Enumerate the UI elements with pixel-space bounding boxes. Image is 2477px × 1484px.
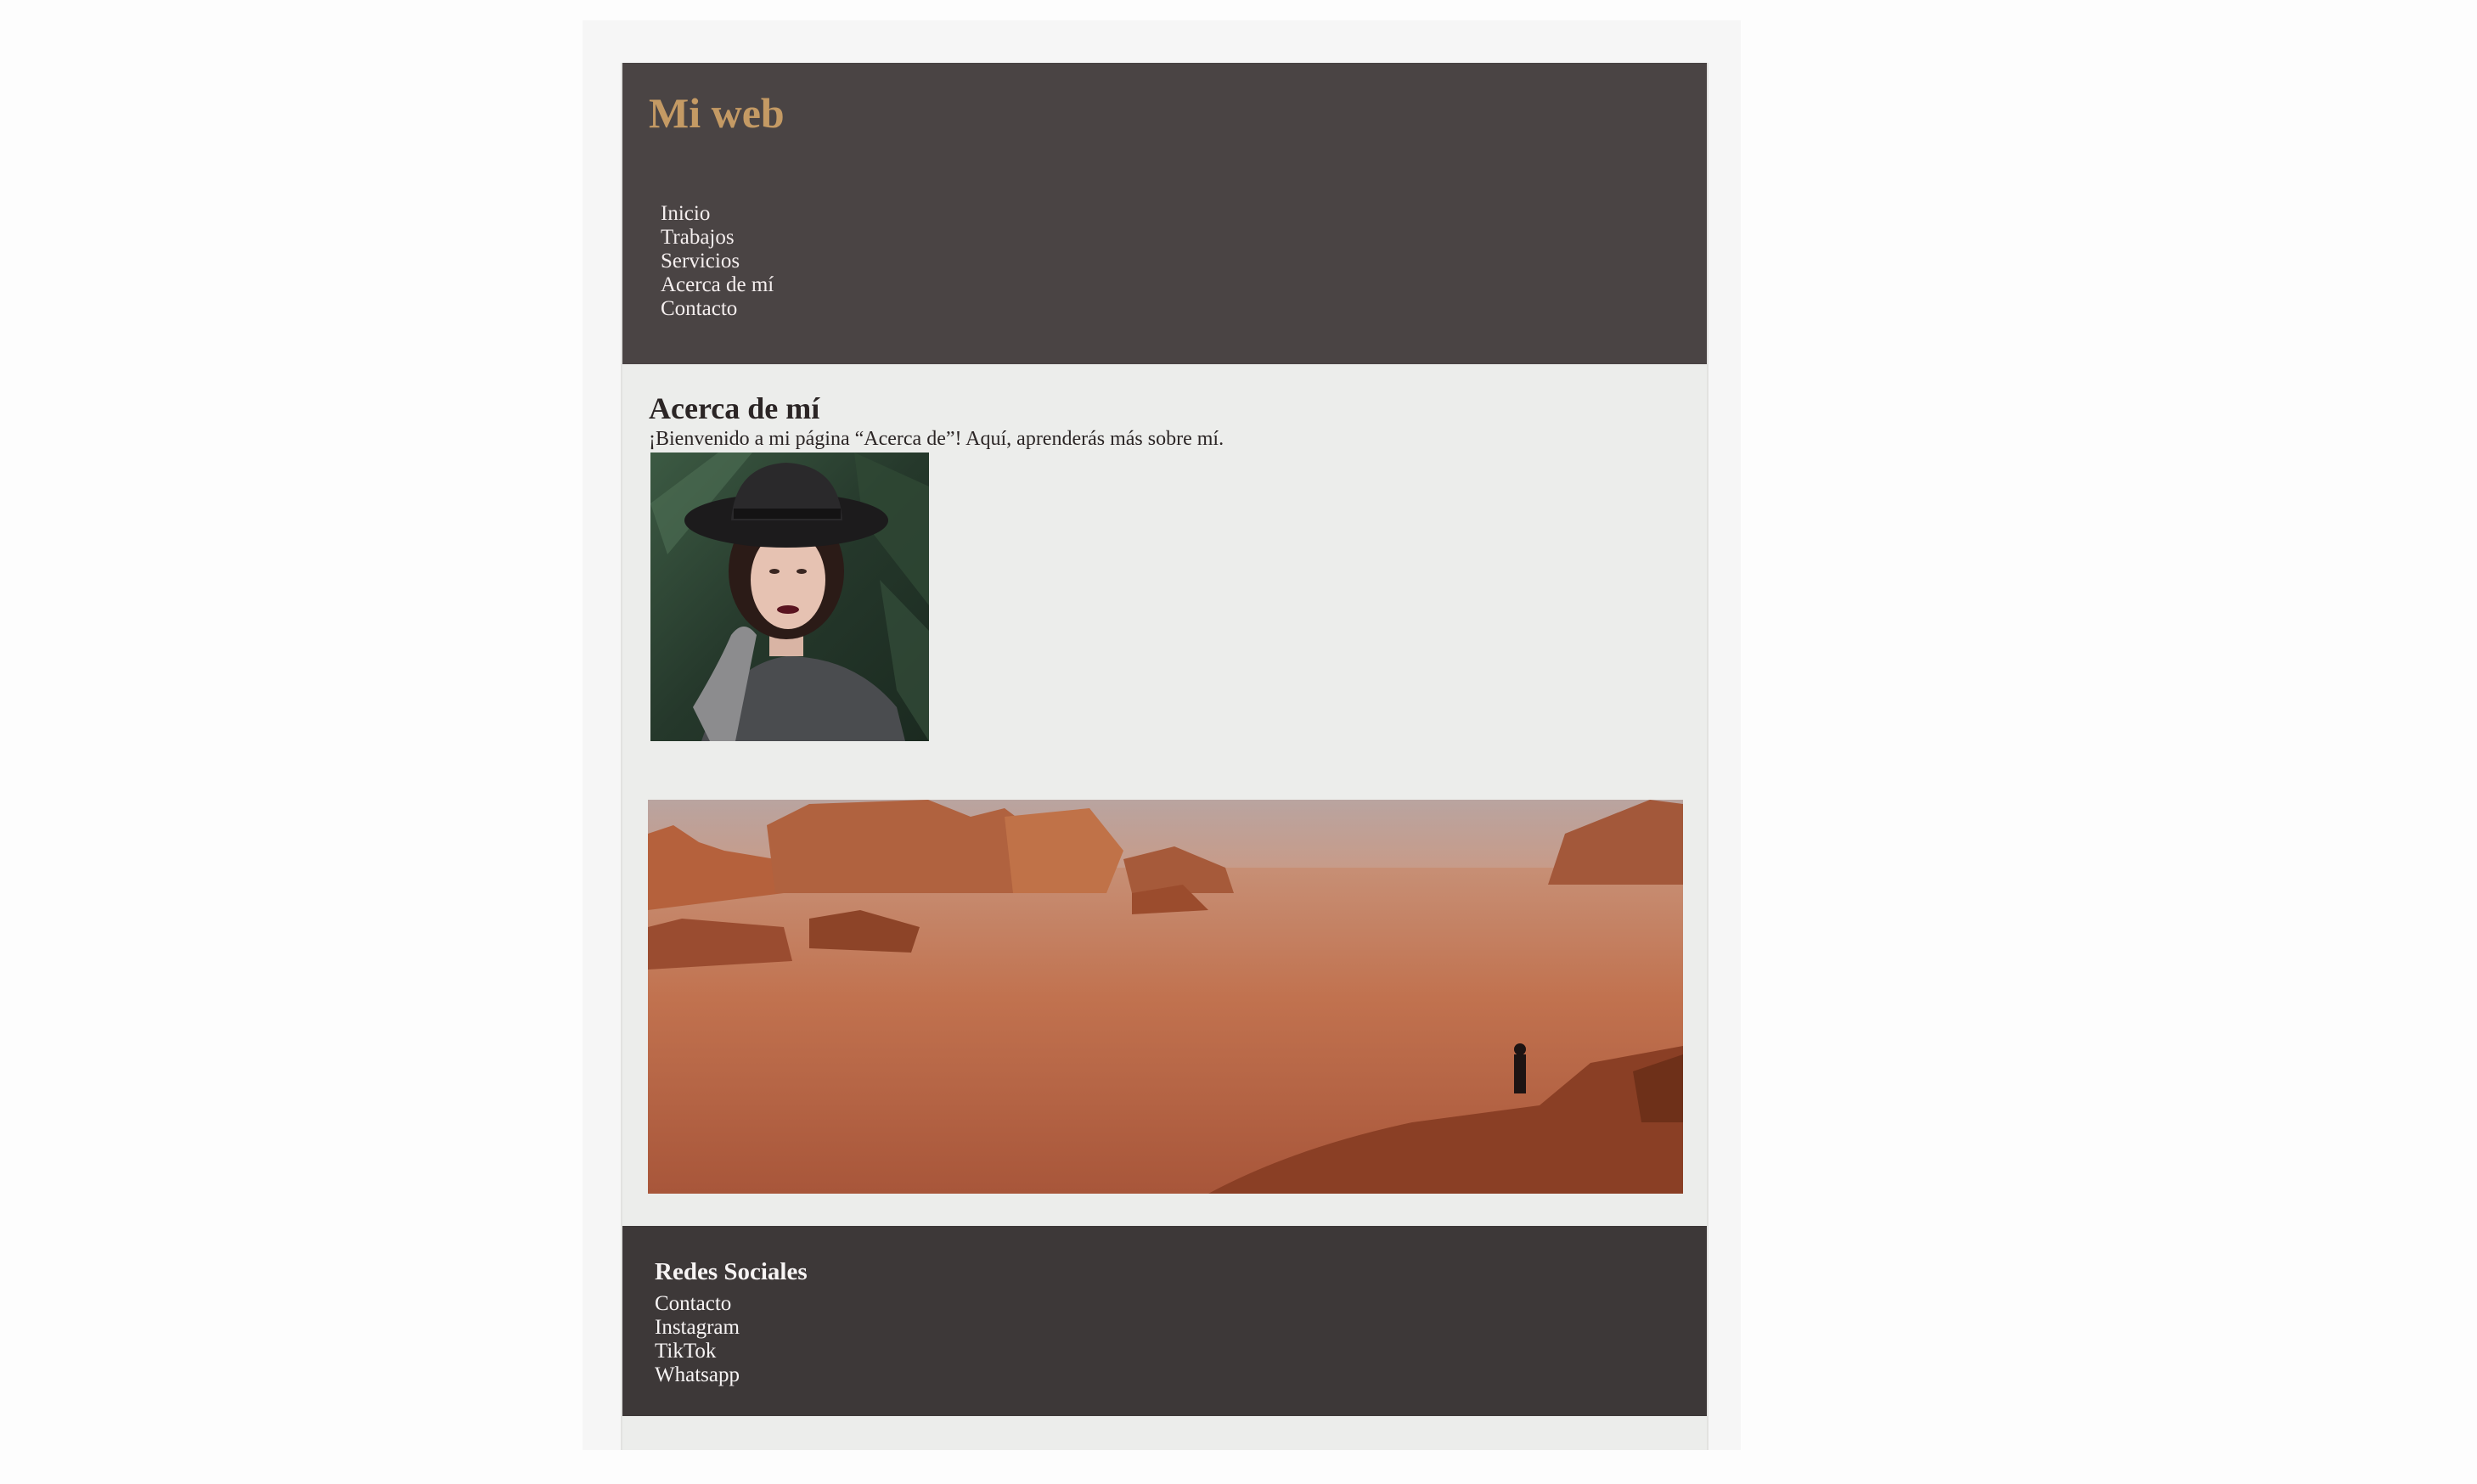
- footer-social-links: Contacto Instagram TikTok Whatsapp: [655, 1292, 740, 1387]
- nav-link-contacto[interactable]: Contacto: [661, 297, 774, 321]
- footer-link-contacto[interactable]: Contacto: [655, 1292, 740, 1316]
- footer-link-whatsapp[interactable]: Whatsapp: [655, 1363, 740, 1387]
- nav-link-servicios[interactable]: Servicios: [661, 250, 774, 273]
- footer-link-instagram[interactable]: Instagram: [655, 1316, 740, 1340]
- site-footer: Redes Sociales Contacto Instagram TikTok…: [622, 1226, 1707, 1416]
- site-title: Mi web: [649, 89, 785, 137]
- main-nav: Inicio Trabajos Servicios Acerca de mí C…: [661, 202, 774, 321]
- footer-title: Redes Sociales: [655, 1258, 808, 1285]
- portrait-image: [650, 453, 929, 741]
- nav-link-trabajos[interactable]: Trabajos: [661, 226, 774, 250]
- page-container: Mi web Inicio Trabajos Servicios Acerca …: [621, 63, 1709, 1450]
- site-header: Mi web Inicio Trabajos Servicios Acerca …: [622, 63, 1707, 364]
- footer-link-tiktok[interactable]: TikTok: [655, 1340, 740, 1363]
- about-intro-text: ¡Bienvenido a mi página “Acerca de”! Aqu…: [649, 428, 1224, 450]
- nav-link-inicio[interactable]: Inicio: [661, 202, 774, 226]
- about-heading: Acerca de mí: [649, 391, 820, 425]
- desert-landscape-image: [648, 800, 1683, 1194]
- nav-link-acerca[interactable]: Acerca de mí: [661, 273, 774, 297]
